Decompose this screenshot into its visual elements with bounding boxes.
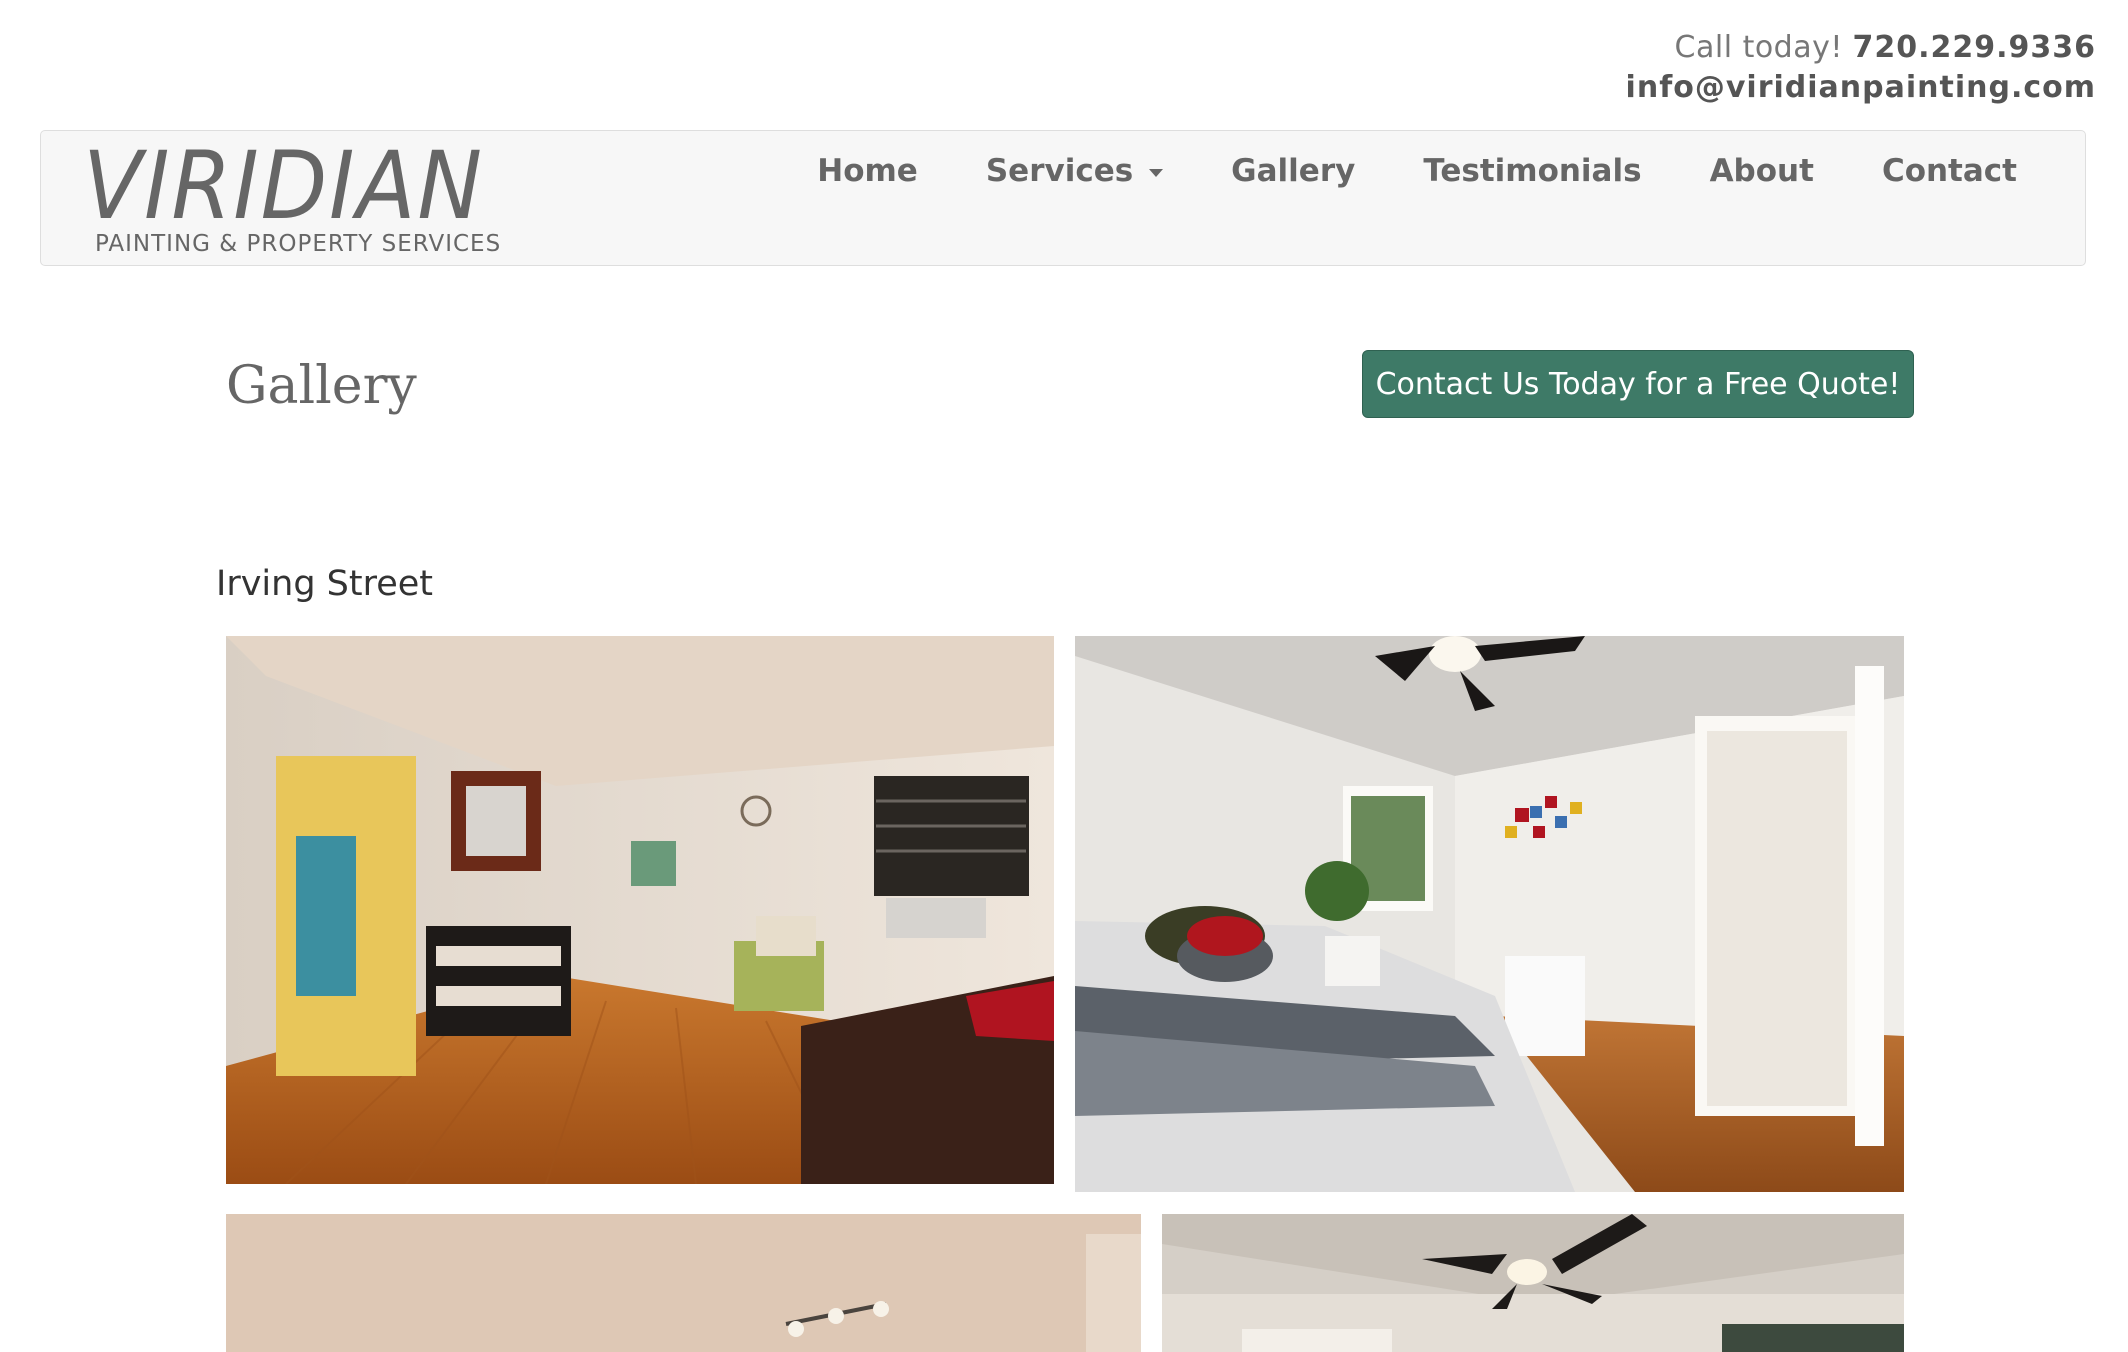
contact-info: Call today! 720.229.9336 info@viridianpa… (1626, 28, 2096, 108)
main-nav: Home Services Gallery Testimonials About… (817, 131, 2017, 211)
gallery-photo-ceiling-fan[interactable] (1162, 1214, 1904, 1352)
nav-services[interactable]: Services (985, 153, 1164, 189)
nav-contact[interactable]: Contact (1882, 153, 2017, 189)
gallery-photo-bedroom[interactable] (1075, 636, 1904, 1192)
track-lighting-image (226, 1214, 1141, 1352)
chevron-down-icon (1149, 169, 1164, 177)
phone-number[interactable]: 720.229.9336 (1852, 30, 2096, 65)
gallery-photo-living-room[interactable] (226, 636, 1054, 1184)
nav-home-label: Home (817, 153, 918, 189)
call-label: Call today! (1674, 30, 1843, 65)
page-title: Gallery (226, 356, 417, 416)
email-link[interactable]: info@viridianpainting.com (1626, 68, 2096, 108)
navbar: VIRIDIAN PAINTING & PROPERTY SERVICES Ho… (40, 130, 2086, 266)
nav-about[interactable]: About (1710, 153, 1814, 189)
free-quote-button[interactable]: Contact Us Today for a Free Quote! (1362, 350, 1914, 418)
nav-gallery-label: Gallery (1231, 153, 1356, 189)
gallery-photo-track-lighting[interactable] (226, 1214, 1141, 1352)
nav-about-label: About (1709, 153, 1814, 189)
nav-gallery[interactable]: Gallery (1231, 153, 1355, 189)
logo[interactable]: VIRIDIAN PAINTING & PROPERTY SERVICES (83, 139, 523, 259)
gallery-section-title: Irving Street (216, 564, 434, 604)
nav-testimonials[interactable]: Testimonials (1423, 153, 1641, 189)
nav-contact-label: Contact (1881, 153, 2017, 189)
nav-services-label: Services (985, 153, 1134, 189)
nav-testimonials-label: Testimonials (1423, 153, 1642, 189)
nav-home[interactable]: Home (817, 153, 918, 189)
living-room-image (226, 636, 1054, 1184)
logo-name: VIRIDIAN (83, 132, 484, 241)
ceiling-fan-image (1162, 1214, 1904, 1352)
bedroom-image (1075, 636, 1904, 1192)
